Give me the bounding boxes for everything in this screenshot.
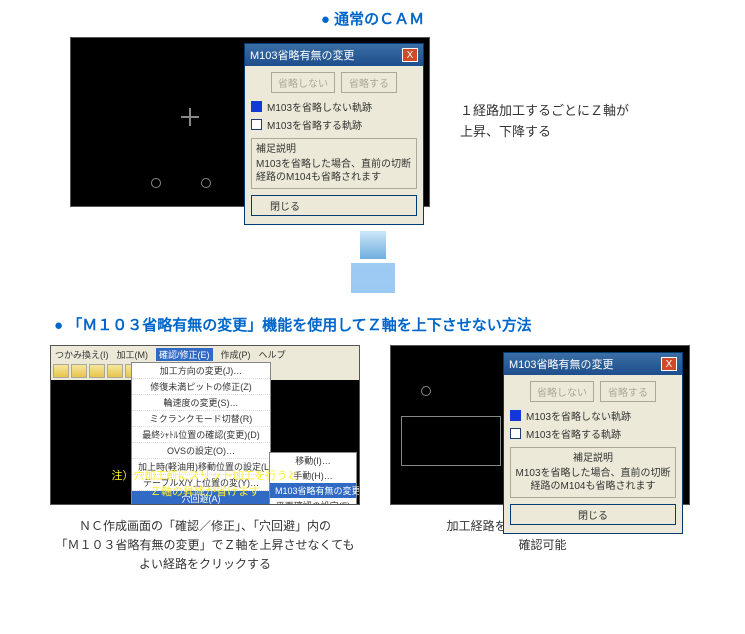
menu-item[interactable]: ヘルプ: [259, 348, 286, 361]
close-button[interactable]: 閉じる: [251, 195, 417, 216]
dialog-body: 省略しない 省略する M103を省略しない軌跡 M103を省略する軌跡 補足説明…: [245, 66, 423, 224]
menu-item-selected[interactable]: 確認/修正(E): [156, 348, 213, 361]
dropdown-item[interactable]: 最終ｼｬﾄﾙ位置の確認(変更)(D): [132, 427, 270, 443]
toolbar-button[interactable]: [53, 364, 69, 378]
btn-omit[interactable]: 省略する: [341, 72, 397, 93]
hole-circle-icon: [201, 178, 211, 188]
arrow-down-icon: [0, 217, 745, 296]
btn-omit[interactable]: 省略する: [600, 381, 656, 402]
heading-normal-cam: ● 通常のＣＡＭ: [0, 8, 745, 29]
screenshot-normal-cam: M103省略有無の変更 X 省略しない 省略する M103を省略しない軌跡 M1…: [70, 37, 430, 207]
dialog-body: 省略しない 省略する M103を省略しない軌跡 M103を省略する軌跡 補足説明…: [504, 375, 682, 533]
dropdown-item[interactable]: 修復未満ピットの修正(Z): [132, 379, 270, 395]
btn-no-omit[interactable]: 省略しない: [271, 72, 335, 93]
cad-rect-icon: [401, 416, 501, 466]
screenshot-dialog-right: M103省略有無の変更 X 省略しない 省略する M103を省略しない軌跡 M1…: [390, 345, 690, 505]
close-icon[interactable]: X: [661, 357, 677, 371]
dialog-m103: M103省略有無の変更 X 省略しない 省略する M103を省略しない軌跡 M1…: [503, 352, 683, 534]
submenu-item[interactable]: 移動(I)…: [270, 453, 356, 468]
dropdown-item[interactable]: 加工方向の変更(J)…: [132, 363, 270, 379]
checkbox-omit[interactable]: [510, 428, 521, 439]
fieldset-body: M103を省略した場合、直前の切断経路のM104も省略されます: [515, 467, 671, 493]
toolbar-button[interactable]: [107, 364, 123, 378]
dialog-titlebar: M103省略有無の変更 X: [504, 353, 682, 375]
menu-item[interactable]: つかみ換え(I): [55, 348, 109, 361]
dropdown-item[interactable]: 輪速度の変更(S)…: [132, 395, 270, 411]
dialog-title: M103省略有無の変更: [250, 47, 355, 63]
checkbox-omit-label: M103を省略する軌跡: [526, 426, 621, 441]
checkbox-no-omit[interactable]: [251, 101, 262, 112]
caption-left: ＮＣ作成画面の「確認／修正」、「穴回避」内の 「Ｍ１０３省略有無の変更」でＺ軸を…: [50, 517, 360, 575]
btn-no-omit[interactable]: 省略しない: [530, 381, 594, 402]
section-normal-cam: M103省略有無の変更 X 省略しない 省略する M103を省略しない軌跡 M1…: [0, 37, 745, 207]
fieldset-title: 補足説明: [256, 143, 412, 156]
dialog-title: M103省略有無の変更: [509, 356, 614, 372]
toolbar-button[interactable]: [71, 364, 87, 378]
fieldset-note: 補足説明 M103を省略した場合、直前の切断経路のM104も省略されます: [251, 138, 417, 189]
section-method: つかみ換え(I) 加工(M) 確認/修正(E) 作成(P) ヘルプ 加工方向の変…: [0, 345, 745, 575]
dropdown-item[interactable]: OVSの設定(O)…: [132, 443, 270, 459]
close-icon[interactable]: X: [402, 48, 418, 62]
fieldset-note: 補足説明 M103を省略した場合、直前の切断経路のM104も省略されます: [510, 447, 676, 498]
dialog-m103: M103省略有無の変更 X 省略しない 省略する M103を省略しない軌跡 M1…: [244, 43, 424, 225]
dropdown-item[interactable]: ミクランクモード切替(R): [132, 411, 270, 427]
toolbar-button[interactable]: [89, 364, 105, 378]
fieldset-body: M103を省略した場合、直前の切断経路のM104も省略されます: [256, 158, 412, 184]
checkbox-no-omit-label: M103を省略しない軌跡: [267, 99, 372, 114]
fieldset-title: 補足説明: [515, 452, 671, 465]
crosshair-icon: [181, 108, 199, 126]
menu-item[interactable]: 作成(P): [221, 348, 251, 361]
heading-method: ● 「Ｍ１０３省略有無の変更」機能を使用してＺ軸を上下させない方法: [54, 314, 745, 335]
hole-circle-icon: [421, 386, 431, 396]
menu-item[interactable]: 加工(M): [117, 348, 149, 361]
col-left: つかみ換え(I) 加工(M) 確認/修正(E) 作成(P) ヘルプ 加工方向の変…: [50, 345, 360, 575]
menubar: つかみ換え(I) 加工(M) 確認/修正(E) 作成(P) ヘルプ: [51, 346, 359, 362]
hole-circle-icon: [151, 178, 161, 188]
col-right: M103省略有無の変更 X 省略しない 省略する M103を省略しない軌跡 M1…: [390, 345, 695, 575]
checkbox-omit[interactable]: [251, 119, 262, 130]
close-button[interactable]: 閉じる: [510, 504, 676, 525]
checkbox-no-omit-label: M103を省略しない軌跡: [526, 408, 631, 423]
screenshot-nc-editor: つかみ換え(I) 加工(M) 確認/修正(E) 作成(P) ヘルプ 加工方向の変…: [50, 345, 360, 505]
side-note-normal: １経路加工するごとにＺ軸が 上昇、下降する: [460, 101, 629, 143]
checkbox-omit-label: M103を省略する軌跡: [267, 117, 362, 132]
dialog-titlebar: M103省略有無の変更 X: [245, 44, 423, 66]
yellow-note: 注）穴加工前にスリット加工を行うと Ｚ軸の昇降が省けます: [51, 469, 359, 500]
checkbox-no-omit[interactable]: [510, 410, 521, 421]
